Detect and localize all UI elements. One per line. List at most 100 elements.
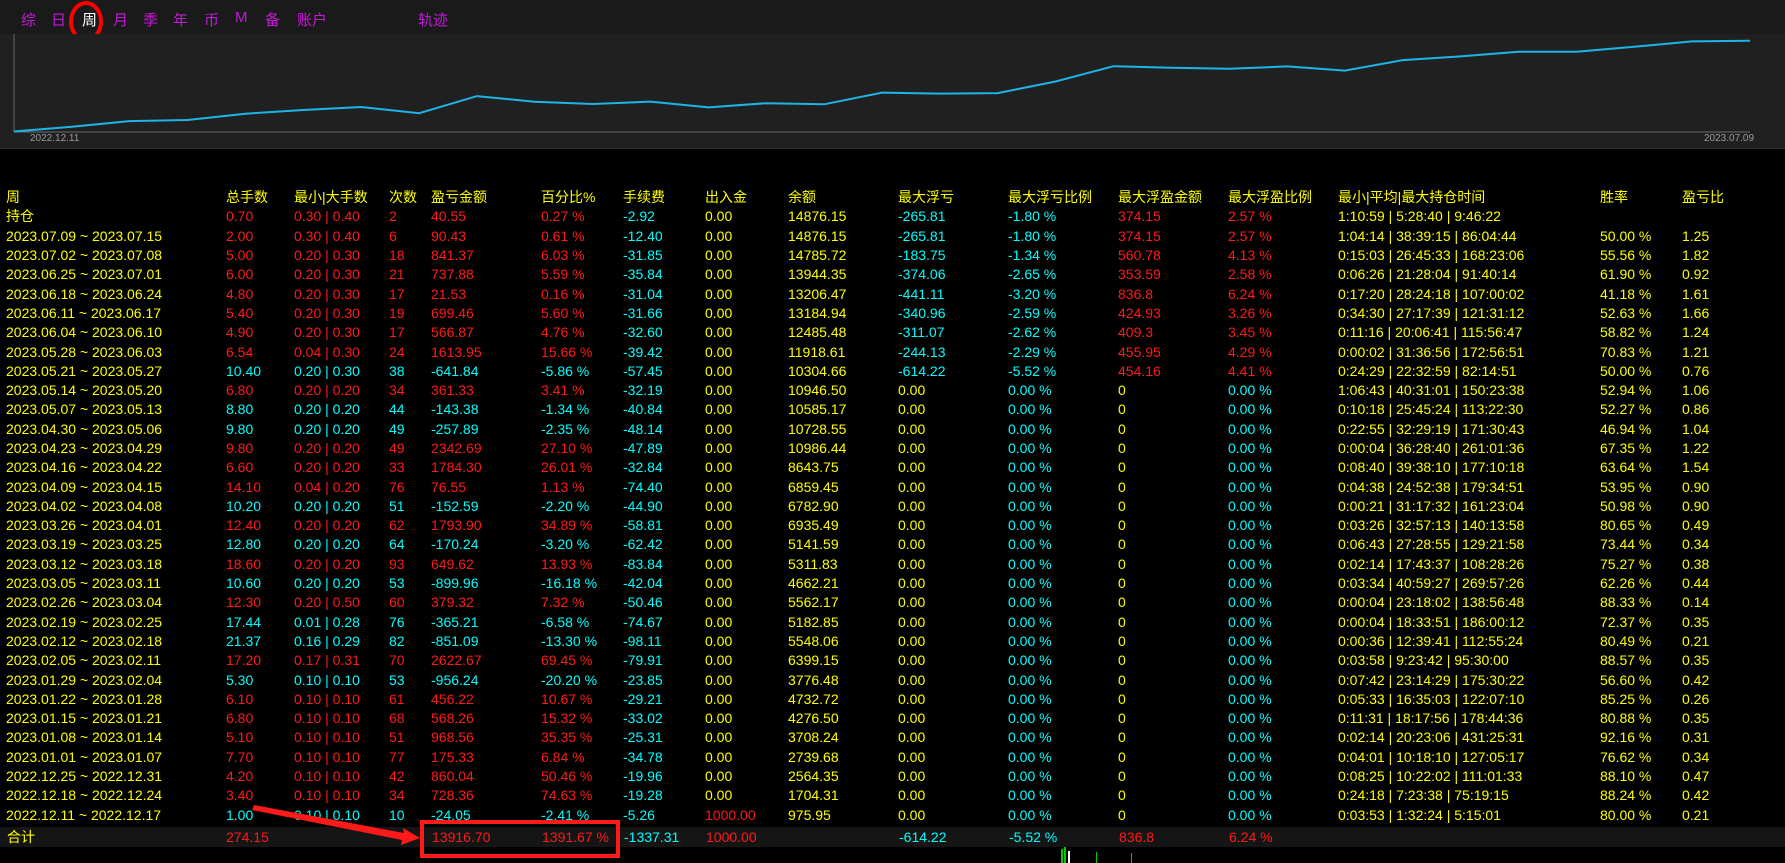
tab-4[interactable]: 季 [143,9,158,30]
table-cell: 0:06:26 | 21:28:04 | 91:40:14 [1338,266,1517,283]
table-cell: 0.00 % [1228,632,1272,649]
column-header[interactable]: 最大浮盈比例 [1222,188,1332,207]
table-cell: 10946.50 [788,382,847,399]
tab-9[interactable]: 账户 [297,9,327,30]
column-header[interactable]: 盈亏比 [1676,188,1785,207]
table-cell: 0.20 | 0.30 [294,266,360,283]
table-cell: 0:06:43 | 27:28:55 | 129:21:58 [1338,536,1525,553]
table-cell: 2564.35 [788,768,839,785]
table-row[interactable]: 2023.04.30 ~ 2023.05.06 9.80 0.20 | 0.20 49… [0,420,1785,439]
table-cell: 0.92 [1682,266,1710,283]
tab-3[interactable]: 月 [113,9,128,30]
table-cell: 0.00 % [1008,787,1052,804]
table-cell: 6.24 % [1228,285,1272,302]
table-row[interactable]: 2023.02.19 ~ 2023.02.25 17.44 0.01 | 0.28 7… [0,613,1785,632]
tab-0[interactable]: 综 [21,9,36,30]
column-header[interactable]: 百分比% [535,188,617,207]
tab-1[interactable]: 日 [51,9,66,30]
column-header[interactable]: 最小|大手数 [288,188,383,207]
table-cell: 0.20 | 0.30 [294,247,360,264]
table-row[interactable]: 2022.12.11 ~ 2022.12.17 1.00 0.10 | 0.10 10… [0,806,1785,825]
column-header[interactable]: 手续费 [617,188,699,207]
table-row[interactable]: 2023.06.11 ~ 2023.06.17 5.40 0.20 | 0.30 19… [0,304,1785,323]
table-cell: 0:02:14 | 20:23:06 | 431:25:31 [1338,729,1525,746]
table-row[interactable]: 2023.01.15 ~ 2023.01.21 6.80 0.10 | 0.10 68… [0,709,1785,728]
table-row[interactable]: 2023.06.04 ~ 2023.06.10 4.90 0.20 | 0.30 17… [0,323,1785,342]
table-row[interactable]: 2023.04.09 ~ 2023.04.15 14.10 0.04 | 0.20 7… [0,477,1785,496]
table-cell: -170.24 [431,536,479,553]
table-row[interactable]: 2023.01.22 ~ 2023.01.28 6.10 0.10 | 0.10 61… [0,690,1785,709]
table-row[interactable]: 2023.06.25 ~ 2023.07.01 6.00 0.20 | 0.30 21… [0,265,1785,284]
column-header[interactable]: 最大浮亏 [892,188,1002,207]
table-row[interactable]: 持仓 0.70 0.30 | 0.40 2 40.55 0.27 % -2.92 0.00 14… [0,207,1785,226]
table-row[interactable]: 2023.01.01 ~ 2023.01.07 7.70 0.10 | 0.10 77… [0,748,1785,767]
column-header[interactable]: 余额 [782,188,892,207]
table-row[interactable]: 2022.12.18 ~ 2022.12.24 3.40 0.10 | 0.10 34… [0,786,1785,805]
table-cell: -2.59 % [1008,304,1057,321]
column-header[interactable]: 最大浮亏比例 [1002,188,1112,207]
column-header[interactable]: 周 [0,188,220,207]
table-row[interactable]: 2023.03.19 ~ 2023.03.25 12.80 0.20 | 0.20 6… [0,535,1785,554]
table-cell: 353.59 [1118,266,1161,283]
table-cell: 0 [1118,517,1126,534]
table-row[interactable]: 2023.02.05 ~ 2023.02.11 17.20 0.17 | 0.31 7… [0,651,1785,670]
table-cell: 0.00 [898,555,926,572]
tab-8[interactable]: 备 [265,9,280,30]
table-cell: 46.94 % [1600,420,1652,437]
table-cell: 3.45 % [1228,324,1272,341]
table-row[interactable]: 2022.12.25 ~ 2022.12.31 4.20 0.10 | 0.10 42… [0,767,1785,786]
table-cell: 0.00 [898,459,926,476]
table-row[interactable]: 2023.07.09 ~ 2023.07.15 2.00 0.30 | 0.40 6 9… [0,227,1785,246]
table-row[interactable]: 2023.02.12 ~ 2023.02.18 21.37 0.16 | 0.29 8… [0,632,1785,651]
table-cell: 1.66 [1682,304,1710,321]
table-cell: 13.93 % [541,555,593,572]
table-cell: 52.63 % [1600,304,1652,321]
table-row[interactable]: 2023.06.18 ~ 2023.06.24 4.80 0.20 | 0.30 17… [0,284,1785,303]
tab-6[interactable]: 币 [204,9,219,30]
table-cell: 0.00 % [1008,613,1052,630]
table-row[interactable]: 2023.05.07 ~ 2023.05.13 8.80 0.20 | 0.20 44… [0,400,1785,419]
table-cell: 0.34 [1682,536,1710,553]
table-row[interactable]: 2023.02.26 ~ 2023.03.04 12.30 0.20 | 0.50 6… [0,593,1785,612]
table-cell: 0.00 [898,787,926,804]
table-row[interactable]: 2023.07.02 ~ 2023.07.08 5.00 0.20 | 0.30 18… [0,246,1785,265]
table-row[interactable]: 2023.03.12 ~ 2023.03.18 18.60 0.20 | 0.20 9… [0,555,1785,574]
table-cell: 0.00 % [1228,594,1272,611]
table-row[interactable]: 2023.05.28 ~ 2023.06.03 6.54 0.04 | 0.30 24… [0,342,1785,361]
table-cell: 456.22 [431,690,474,707]
table-cell: 0.00 % [1008,652,1052,669]
table-row[interactable]: 2023.04.16 ~ 2023.04.22 6.60 0.20 | 0.20 33… [0,458,1785,477]
column-header[interactable]: 总手数 [220,188,288,207]
column-header[interactable]: 次数 [383,188,425,207]
table-cell: 0.00 % [1228,401,1272,418]
totals-fee: -1337.31 [624,829,680,845]
table-row[interactable]: 2023.03.26 ~ 2023.04.01 12.40 0.20 | 0.20 6… [0,516,1785,535]
table-cell: 0.00 [705,517,733,534]
table-row[interactable]: 2023.01.08 ~ 2023.01.14 5.10 0.10 | 0.10 51… [0,728,1785,747]
table-row[interactable]: 2023.05.14 ~ 2023.05.20 6.80 0.20 | 0.20 34… [0,381,1785,400]
column-header[interactable]: 最小|平均|最大持仓时间 [1332,188,1594,207]
table-row[interactable]: 2023.04.23 ~ 2023.04.29 9.80 0.20 | 0.20 49… [0,439,1785,458]
column-header[interactable]: 盈亏金额 [425,188,535,207]
table-cell: 0.00 % [1008,382,1052,399]
column-header[interactable]: 最大浮盈金额 [1112,188,1222,207]
table-row[interactable]: 2023.01.29 ~ 2023.02.04 5.30 0.10 | 0.10 53… [0,670,1785,689]
table-row[interactable]: 2023.05.21 ~ 2023.05.27 10.40 0.20 | 0.30 3… [0,362,1785,381]
table-row[interactable]: 2023.03.05 ~ 2023.03.11 10.60 0.20 | 0.20 5… [0,574,1785,593]
tab-5[interactable]: 年 [173,9,188,30]
table-cell: 4.76 % [541,324,585,341]
table-cell: 0.20 | 0.20 [294,536,360,553]
table-cell: 34 [389,787,405,804]
column-header[interactable]: 胜率 [1594,188,1676,207]
column-header[interactable]: 出入金 [699,188,782,207]
table-cell: 0.00 [705,787,733,804]
table-row[interactable]: 2023.04.02 ~ 2023.04.08 10.20 0.20 | 0.20 5… [0,497,1785,516]
tab-7[interactable]: M [235,9,248,26]
table-cell: 409.3 [1118,324,1154,341]
equity-curve-svg [13,34,1751,133]
table-cell: 0.44 [1682,575,1710,592]
table-cell: 0:00:04 | 36:28:40 | 261:01:36 [1338,440,1525,456]
table-cell: 0.20 | 0.20 [294,382,360,399]
table-cell: 1.21 [1682,343,1710,360]
tab-10[interactable]: 轨迹 [418,9,448,30]
